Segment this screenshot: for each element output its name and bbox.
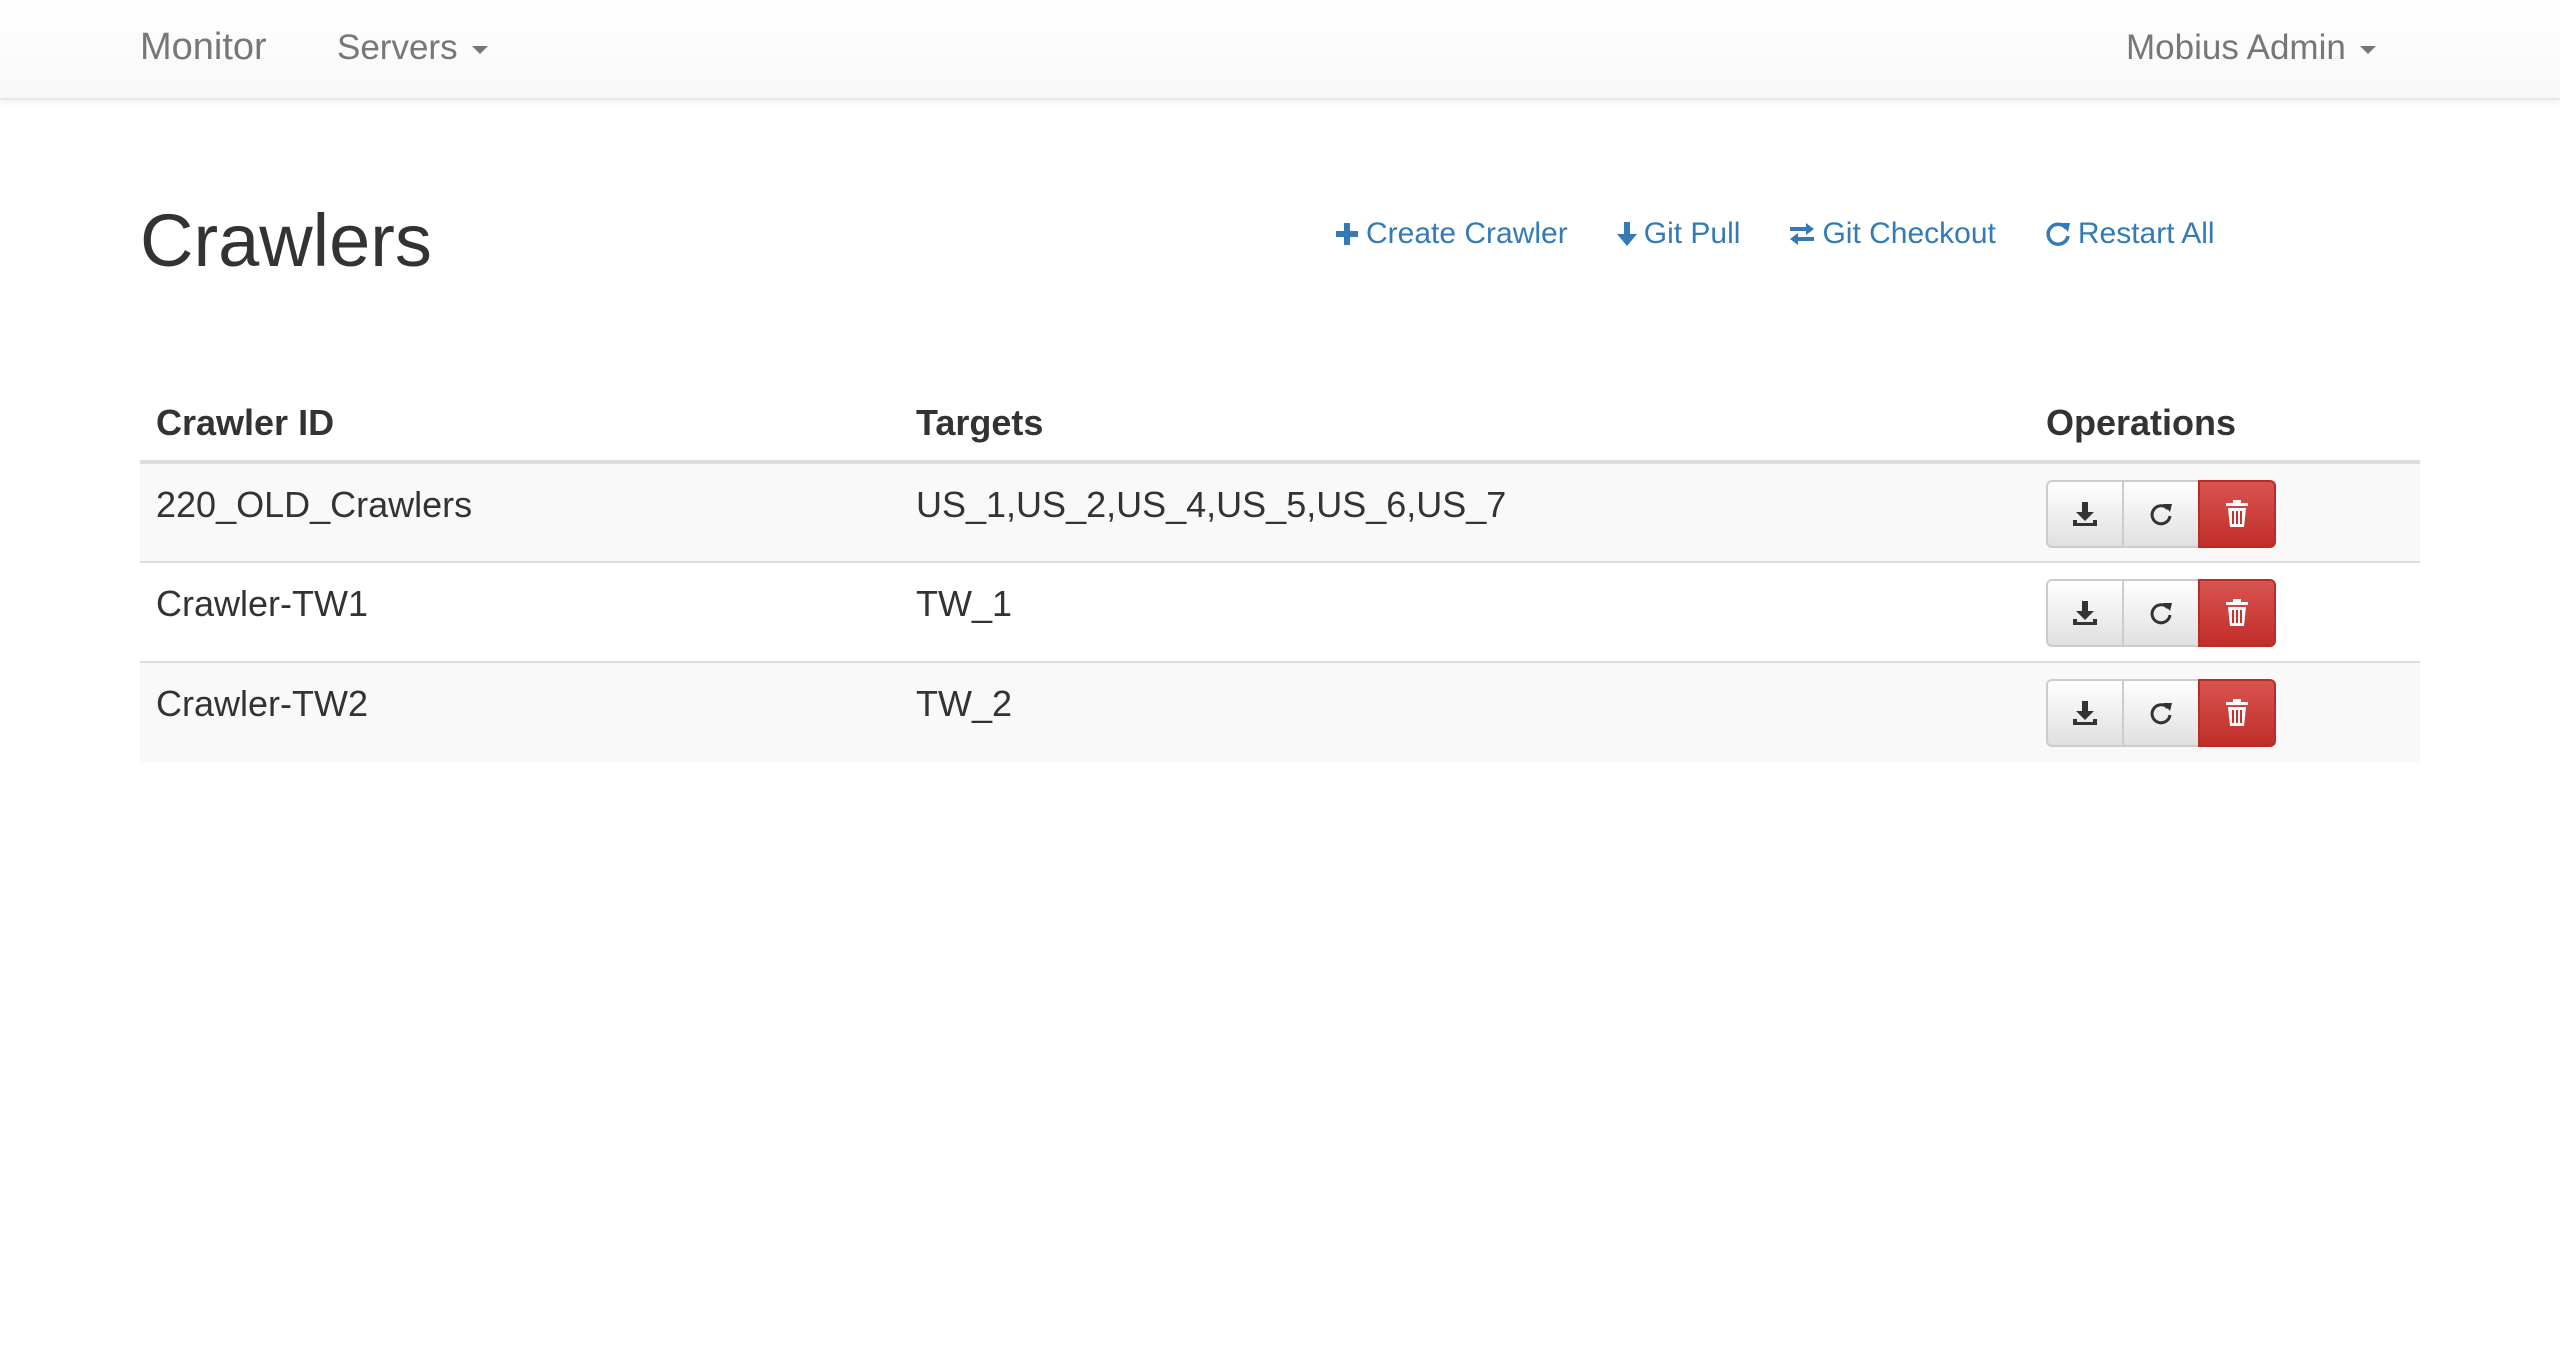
restart-button[interactable] [2122, 679, 2200, 747]
operations-button-group [2046, 579, 2276, 647]
table-row: 220_OLD_Crawlers US_1,US_2,US_4,US_5,US_… [140, 462, 2420, 562]
arrow-down-icon [1616, 222, 1637, 246]
targets-cell: TW_2 [900, 661, 2030, 762]
restart-button[interactable] [2122, 579, 2200, 647]
user-dropdown-label: Mobius Admin [2126, 28, 2346, 67]
refresh-icon [2150, 603, 2172, 625]
navbar: Monitor Servers Mobius Admin [0, 0, 2560, 100]
crawler-id-cell: Crawler-TW1 [140, 561, 900, 662]
git-pull-label: Git Pull [1643, 217, 1741, 250]
refresh-icon [2046, 222, 2070, 246]
column-header-operations: Operations [2030, 386, 2420, 464]
download-icon [2073, 601, 2097, 625]
git-pull-link[interactable]: Git Pull [1616, 217, 1741, 251]
page-title: Crawlers [140, 199, 432, 282]
download-button[interactable] [2046, 480, 2124, 548]
restart-button[interactable] [2122, 480, 2200, 548]
crawlers-table: Crawler ID Targets Operations 220_OLD_Cr… [140, 386, 2420, 762]
column-header-crawler-id: Crawler ID [140, 386, 900, 464]
operations-cell [2030, 462, 2420, 562]
toolbar-actions: Create Crawler Git Pull Git Checkout Res… [1334, 214, 2215, 254]
table-header-row: Crawler ID Targets Operations [140, 386, 2420, 464]
restart-all-label: Restart All [2077, 217, 2215, 250]
column-header-targets: Targets [900, 386, 2030, 464]
trash-icon [2226, 500, 2248, 527]
brand-link[interactable]: Monitor [140, 26, 267, 69]
crawler-id-cell: 220_OLD_Crawlers [140, 462, 900, 562]
delete-button[interactable] [2198, 480, 2276, 548]
restart-all-link[interactable]: Restart All [2044, 217, 2215, 251]
operations-button-group [2046, 480, 2276, 548]
refresh-icon [2150, 504, 2172, 526]
transfer-icon [1790, 223, 1815, 245]
git-checkout-label: Git Checkout [1822, 217, 1996, 250]
caret-down-icon [2359, 46, 2376, 54]
table-row: Crawler-TW1 TW_1 [140, 561, 2420, 662]
crawler-id-cell: Crawler-TW2 [140, 661, 900, 762]
servers-dropdown-label: Servers [337, 28, 458, 67]
operations-button-group [2046, 679, 2276, 747]
table-row: Crawler-TW2 TW_2 [140, 661, 2420, 762]
trash-icon [2226, 599, 2248, 626]
servers-dropdown[interactable]: Servers [337, 28, 488, 68]
download-button[interactable] [2046, 679, 2124, 747]
operations-cell [2030, 661, 2420, 762]
delete-button[interactable] [2198, 579, 2276, 647]
download-icon [2073, 701, 2097, 725]
caret-down-icon [471, 46, 488, 54]
git-checkout-link[interactable]: Git Checkout [1788, 217, 1996, 251]
delete-button[interactable] [2198, 679, 2276, 747]
create-crawler-link[interactable]: Create Crawler [1334, 217, 1568, 251]
plus-icon [1336, 223, 1358, 245]
download-button[interactable] [2046, 579, 2124, 647]
targets-cell: TW_1 [900, 561, 2030, 662]
refresh-icon [2150, 703, 2172, 725]
create-crawler-label: Create Crawler [1366, 217, 1568, 250]
trash-icon [2226, 699, 2248, 726]
operations-cell [2030, 561, 2420, 662]
download-icon [2073, 502, 2097, 526]
targets-cell: US_1,US_2,US_4,US_5,US_6,US_7 [900, 462, 2030, 562]
user-dropdown[interactable]: Mobius Admin [2126, 28, 2376, 68]
